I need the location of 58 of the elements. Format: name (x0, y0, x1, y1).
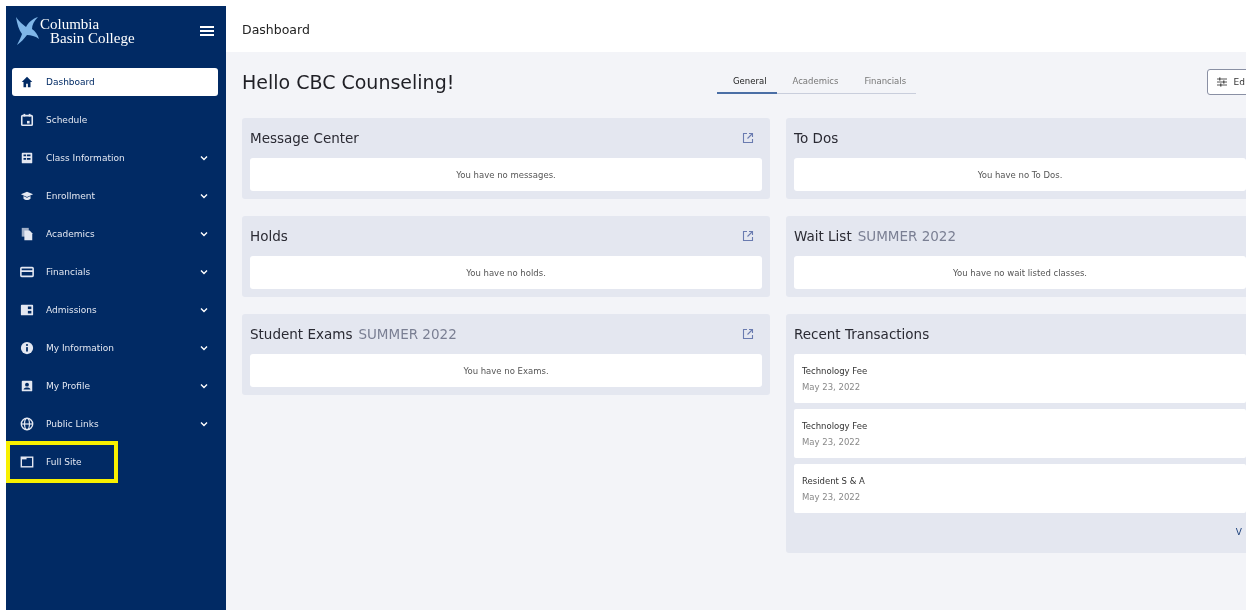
sidebar-item[interactable]: Academics (12, 220, 218, 248)
sidebar-item[interactable]: Public Links (12, 410, 218, 438)
panel-icon (20, 303, 34, 317)
globe-icon (20, 417, 34, 431)
graduation-cap-icon (20, 189, 34, 203)
transaction-item[interactable]: Technology Fee May 23, 2022 (794, 354, 1246, 403)
card-title: Message Center (250, 130, 359, 146)
transaction-date: May 23, 2022 (802, 491, 862, 502)
empty-message: You have no To Dos. (794, 158, 1246, 191)
transaction-item[interactable]: Technology Fee May 23, 2022 (794, 409, 1246, 458)
view-link[interactable]: V (1235, 527, 1242, 537)
edit-button[interactable]: Ed (1206, 69, 1246, 95)
sidebar-item[interactable]: Admissions (12, 296, 218, 324)
empty-message: You have no holds. (250, 256, 762, 289)
sidebar-item[interactable]: Financials (12, 258, 218, 286)
sidebar-item[interactable]: Dashboard (12, 68, 218, 96)
college-name: Columbia Basin College (40, 17, 135, 45)
window-icon (20, 455, 34, 469)
empty-message: You have no messages. (250, 158, 762, 191)
sidebar-item[interactable]: My Information (12, 334, 218, 362)
sidebar-item[interactable]: Enrollment (12, 182, 218, 210)
sliders-icon (1215, 76, 1228, 88)
sidebar-item[interactable]: Schedule (12, 106, 218, 134)
greeting-heading: Hello CBC Counseling! (242, 71, 456, 93)
card-title: Recent Transactions (794, 326, 930, 342)
tab[interactable]: Academics (776, 70, 849, 94)
term-label: SUMMER 2022 (358, 326, 457, 342)
card-title: Holds (250, 228, 288, 244)
page-title: Dashboard (242, 21, 310, 37)
info-icon (20, 341, 34, 355)
transaction-date: May 23, 2022 (802, 436, 862, 447)
sidebar-item[interactable]: Full Site (12, 448, 218, 476)
tab[interactable]: Financials (848, 70, 917, 94)
menu-icon[interactable] (200, 26, 214, 36)
card-title: Wait List (794, 228, 852, 244)
sidebar-item[interactable]: My Profile (12, 372, 218, 400)
transaction-name: Technology Fee (802, 420, 869, 431)
documents-icon (20, 227, 34, 241)
calendar-icon (20, 113, 34, 127)
external-link-icon[interactable] (742, 328, 754, 340)
empty-message: You have no Exams. (250, 354, 762, 387)
transaction-item[interactable]: Resident S & A May 23, 2022 (794, 464, 1246, 513)
list-icon (20, 151, 34, 165)
card-title: To Dos (794, 130, 839, 146)
external-link-icon[interactable] (742, 132, 754, 144)
home-icon (20, 75, 34, 89)
tab[interactable]: General (717, 70, 777, 94)
bird-logo-icon (14, 15, 40, 47)
person-icon (20, 379, 34, 393)
external-link-icon[interactable] (742, 230, 754, 242)
transaction-name: Resident S & A (802, 475, 866, 486)
transaction-name: Technology Fee (802, 365, 869, 376)
transaction-date: May 23, 2022 (802, 381, 862, 392)
empty-message: You have no wait listed classes. (794, 256, 1246, 289)
card-title: Student Exams (250, 326, 353, 342)
credit-card-icon (20, 265, 34, 279)
term-label: SUMMER 2022 (857, 228, 956, 244)
sidebar-item[interactable]: Class Information (12, 144, 218, 172)
